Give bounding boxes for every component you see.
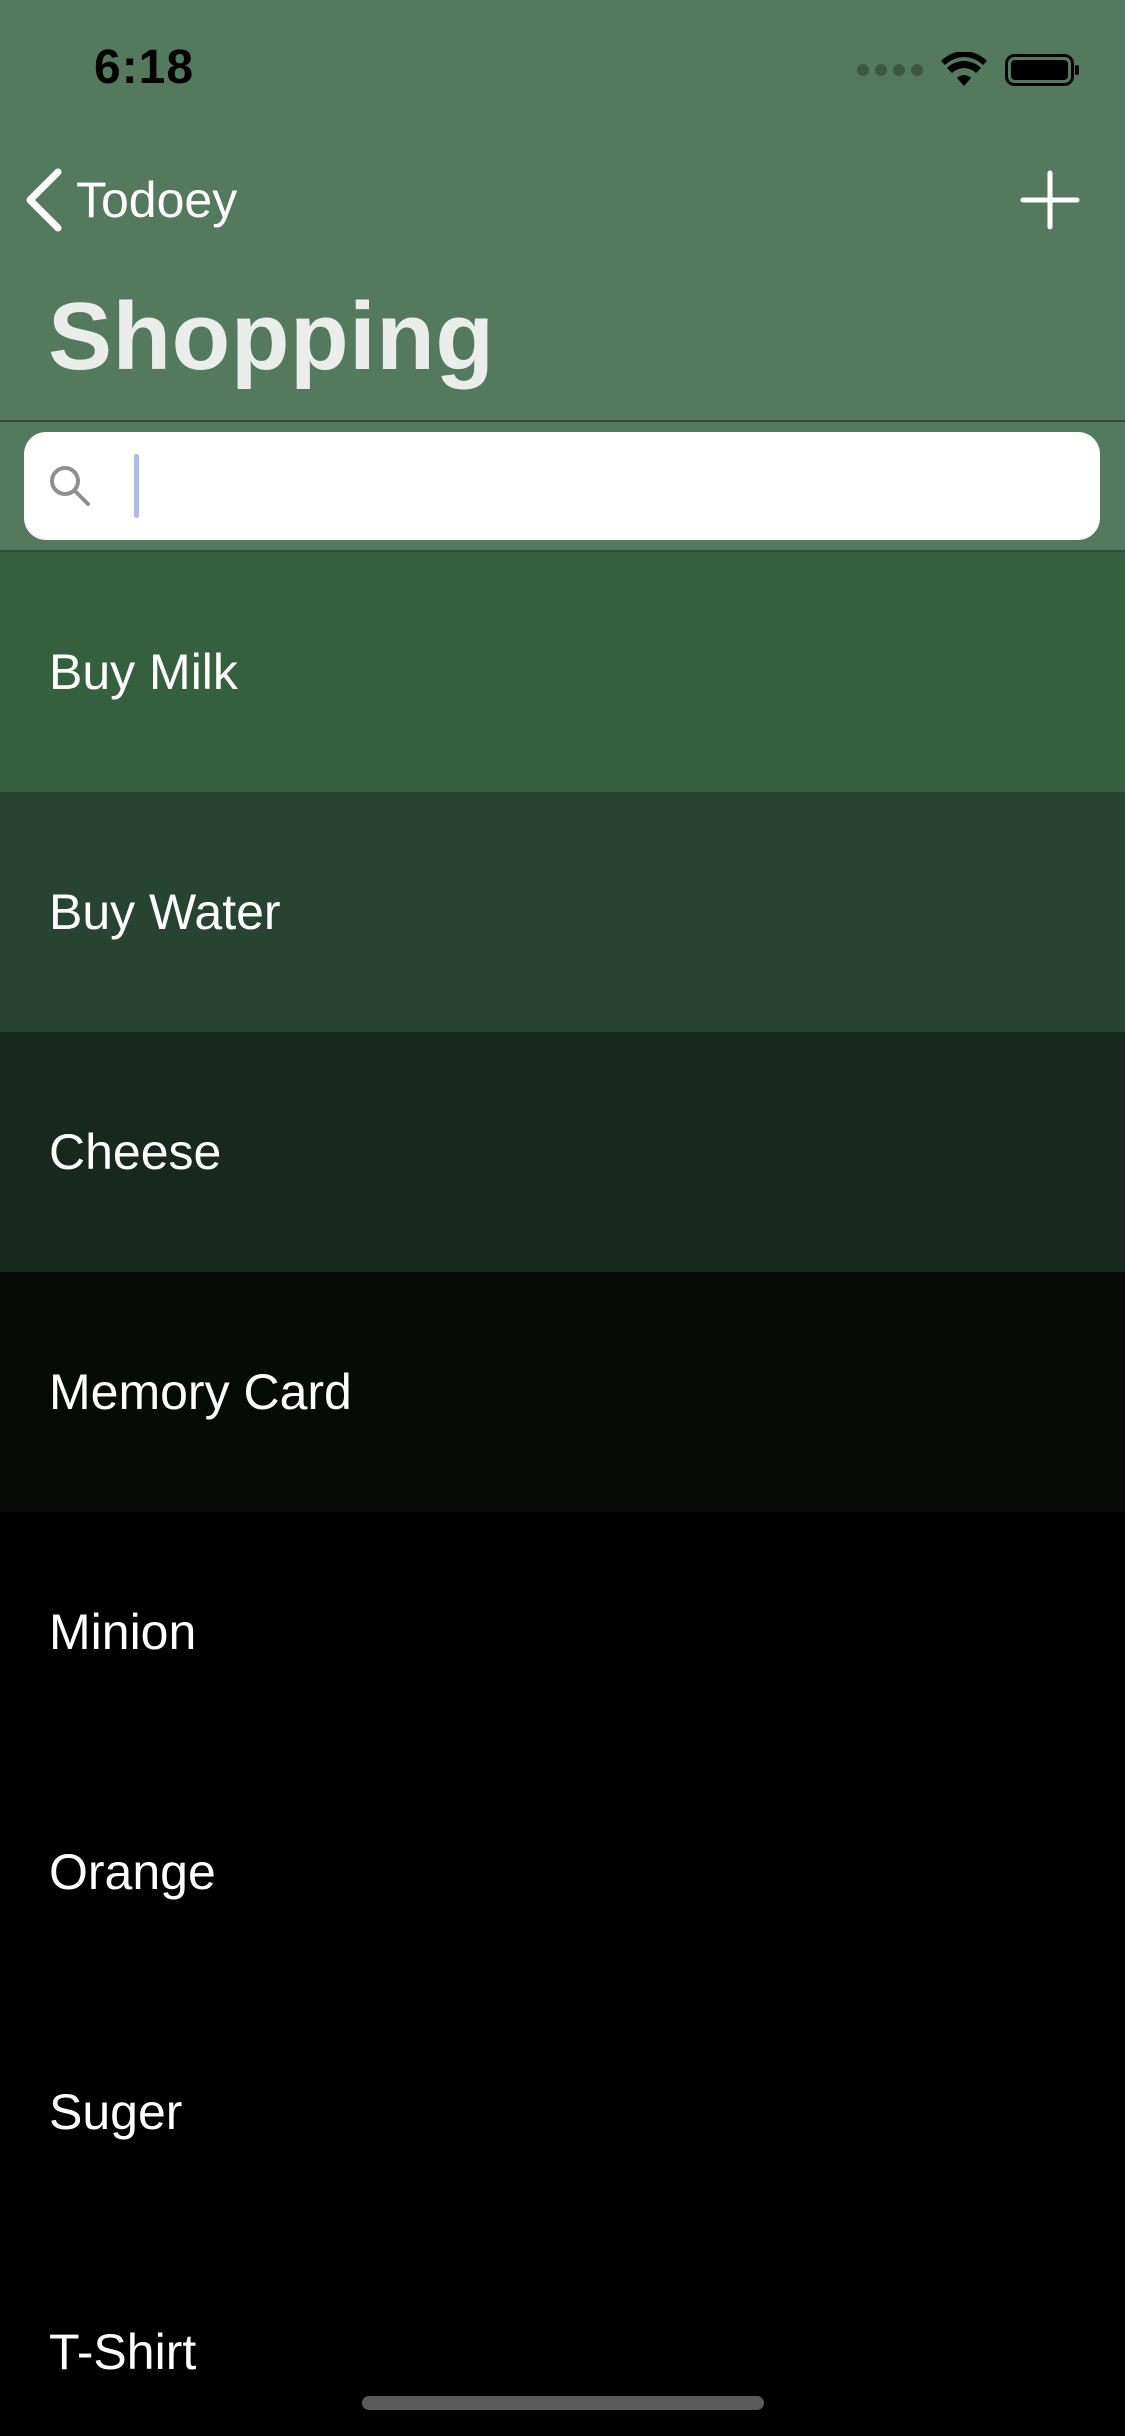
home-indicator [362, 2396, 764, 2410]
back-button[interactable]: Todoey [24, 165, 237, 235]
list-item[interactable]: Buy Water [0, 792, 1125, 1032]
navigation-header: 6:18 Todoey Shopping [0, 0, 1125, 420]
search-bar-container [0, 422, 1125, 550]
plus-icon [1020, 170, 1080, 230]
nav-bar: Todoey [0, 150, 1125, 250]
chevron-left-icon [26, 168, 62, 232]
list-item-label: Buy Water [49, 884, 281, 940]
search-input[interactable] [94, 445, 1100, 527]
list-item[interactable]: Cheese [0, 1032, 1125, 1272]
list-item[interactable]: Buy Milk [0, 552, 1125, 792]
list-item-label: Cheese [49, 1124, 222, 1180]
status-bar: 6:18 [0, 0, 1125, 135]
status-time: 6:18 [94, 41, 195, 94]
list-item-label: Orange [49, 1844, 216, 1900]
list-item-label: Buy Milk [49, 644, 238, 700]
battery-icon [1005, 54, 1079, 86]
search-field[interactable] [24, 432, 1100, 540]
list-item[interactable]: Orange [0, 1752, 1125, 1992]
list-item-label: Suger [49, 2084, 183, 2140]
list-item[interactable]: Memory Card [0, 1272, 1125, 1512]
back-button-label: Todoey [76, 172, 238, 228]
list-item-label: Minion [49, 1604, 197, 1660]
add-item-button[interactable] [1015, 165, 1085, 235]
item-list: Buy Milk Buy Water Cheese Memory Card Minion… [0, 552, 1125, 2436]
text-cursor [134, 454, 139, 518]
page-title: Shopping [48, 283, 495, 390]
list-item-label: T-Shirt [49, 2324, 197, 2380]
status-icons [857, 48, 1081, 92]
list-item-label: Memory Card [49, 1364, 352, 1420]
list-item[interactable]: Minion [0, 1512, 1125, 1752]
screen: 6:18 Todoey Shopping Buy Milk Buy Water … [0, 0, 1125, 2436]
cellular-signal-icon [857, 64, 923, 76]
search-icon [46, 462, 94, 510]
wifi-icon [941, 52, 987, 86]
list-item[interactable]: Suger [0, 1992, 1125, 2232]
